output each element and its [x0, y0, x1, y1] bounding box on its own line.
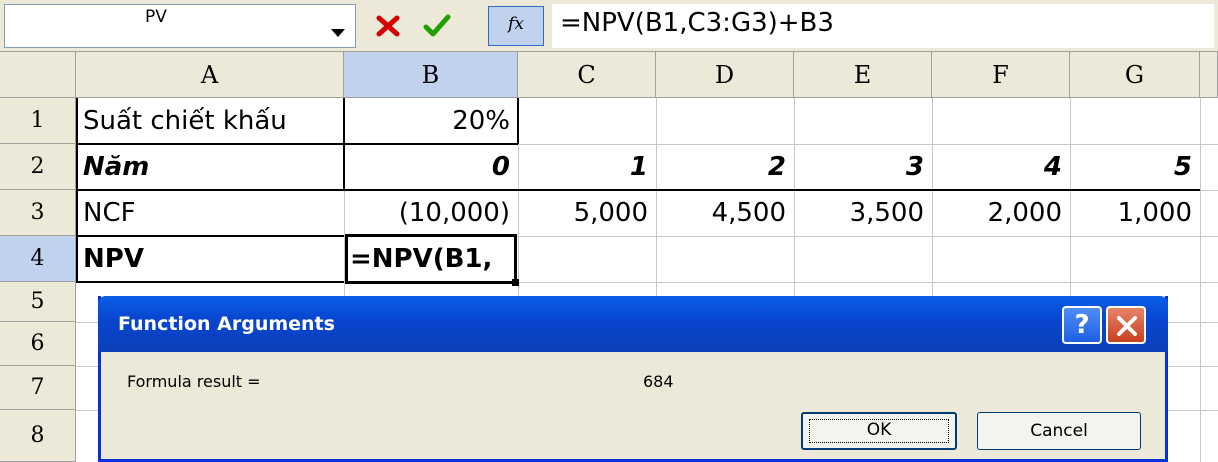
column-header-b[interactable]: B [344, 52, 518, 98]
cell-d3[interactable]: 4,500 [656, 191, 794, 235]
cancel-button[interactable]: Cancel [977, 412, 1141, 450]
column-header-a[interactable]: A [76, 52, 344, 98]
enter-formula-icon[interactable] [420, 9, 454, 41]
name-box[interactable]: PV [4, 4, 356, 48]
column-header-g[interactable]: G [1070, 52, 1200, 98]
cell-b3[interactable]: (10,000) [344, 191, 518, 235]
cancel-formula-icon[interactable] [372, 9, 404, 41]
insert-function-button[interactable]: fx [488, 6, 544, 46]
ok-button[interactable]: OK [801, 412, 957, 450]
cell-c3[interactable]: 5,000 [518, 191, 656, 235]
row-header-5[interactable]: 5 [0, 282, 76, 322]
chevron-down-icon[interactable] [331, 29, 345, 37]
row-header-2[interactable]: 2 [0, 144, 76, 190]
row-header-3[interactable]: 3 [0, 190, 76, 236]
cell-f2[interactable]: 4 [932, 145, 1070, 189]
gridline [1200, 98, 1201, 462]
focus-ring [809, 419, 949, 443]
column-header-d[interactable]: D [656, 52, 794, 98]
formula-input[interactable]: =NPV(B1,C3:G3)+B3 [552, 4, 1214, 48]
cell-a4[interactable]: NPV [77, 237, 343, 281]
column-header-blank [1200, 52, 1218, 98]
fx-icon: fx [508, 14, 524, 34]
cell-a1[interactable]: Suất chiết khấu [77, 100, 343, 143]
cell-d2[interactable]: 2 [656, 145, 794, 189]
row-header-6[interactable]: 6 [0, 322, 76, 366]
row-header-4[interactable]: 4 [0, 236, 76, 282]
cell-e2[interactable]: 3 [794, 145, 932, 189]
formula-bar: PV fx =NPV(B1,C3:G3)+B3 [0, 0, 1218, 52]
formula-text: =NPV(B1,C3:G3)+B3 [560, 8, 834, 38]
column-header-c[interactable]: C [518, 52, 656, 98]
row-header-7[interactable]: 7 [0, 366, 76, 410]
row-header-8[interactable]: 8 [0, 410, 76, 462]
cell-f3[interactable]: 2,000 [932, 191, 1070, 235]
formula-result-label: Formula result = [127, 372, 261, 391]
fill-handle[interactable] [512, 279, 519, 286]
cell-b2[interactable]: 0 [344, 145, 518, 189]
dialog-title-bar[interactable]: Function Arguments ? [98, 296, 1168, 352]
cell-border [76, 281, 344, 283]
name-box-value: PV [145, 7, 167, 27]
cell-b1[interactable]: 20% [344, 100, 518, 143]
help-button[interactable]: ? [1062, 306, 1102, 344]
close-button[interactable] [1106, 306, 1146, 344]
dialog-title: Function Arguments [118, 313, 335, 335]
close-icon [1117, 316, 1137, 336]
column-header-f[interactable]: F [932, 52, 1070, 98]
active-cell-b4[interactable]: =NPV(B1, [345, 234, 517, 284]
cell-g3[interactable]: 1,000 [1070, 191, 1200, 235]
cell-a3[interactable]: NCF [77, 191, 343, 235]
cell-a2[interactable]: Năm [77, 145, 343, 189]
formula-result-value: 684 [643, 372, 674, 391]
cell-c2[interactable]: 1 [518, 145, 656, 189]
row-header-1[interactable]: 1 [0, 98, 76, 144]
select-all-corner[interactable] [0, 52, 76, 98]
column-header-e[interactable]: E [794, 52, 932, 98]
cell-b4-editing-text: =NPV(B1, [350, 244, 493, 274]
cell-e3[interactable]: 3,500 [794, 191, 932, 235]
function-arguments-dialog: Function Arguments ? Formula result = 68… [98, 296, 1168, 462]
cell-g2[interactable]: 5 [1070, 145, 1200, 189]
